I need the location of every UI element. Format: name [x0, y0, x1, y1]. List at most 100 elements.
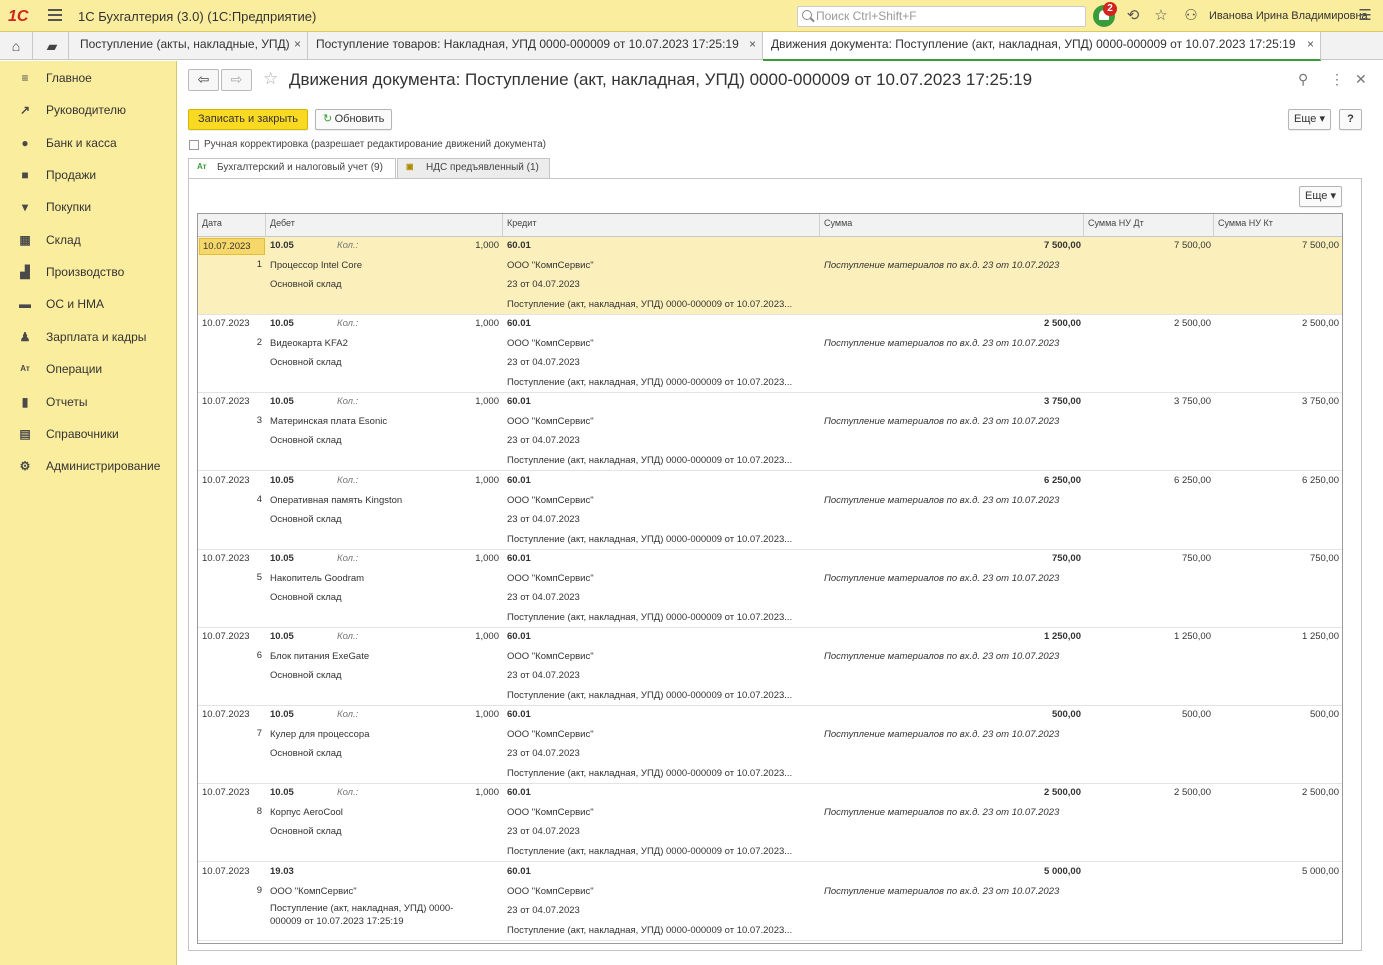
qty-label: Кол.: — [337, 318, 359, 330]
credit-subconto-1: ООО "КомпСервис" — [507, 807, 594, 819]
row-number: 8 — [256, 806, 262, 818]
debit-subconto-2: Поступление (акт, накладная, УПД) 0000- — [270, 902, 454, 914]
table-row[interactable]: 10.07.2023 2 10.05 Кол.: 1,000 Видеокарта KFA… — [198, 315, 1342, 394]
search-input[interactable]: Поиск Ctrl+Shift+F — [797, 6, 1086, 27]
row-number: 3 — [256, 415, 262, 427]
debit-account: 19.03 — [270, 865, 294, 877]
sum-value: 2 500,00 — [1044, 787, 1081, 799]
user-icon[interactable]: ⚇ — [1182, 8, 1200, 24]
sidebar-item-manager[interactable]: ↗ Руководителю — [0, 99, 177, 123]
sidebar-item-reports[interactable]: ▮ Отчеты — [0, 391, 177, 415]
tab-accounting-register[interactable]: Ат Бухгалтерский и налоговый учет (9) — [188, 158, 396, 179]
chat-icon[interactable]: ▰ — [36, 32, 69, 60]
link-icon[interactable]: ⚲ — [1298, 71, 1308, 88]
manual-edit-checkbox[interactable] — [189, 140, 199, 150]
favorites-star-icon[interactable]: ☆ — [1152, 8, 1170, 24]
grid-more-button[interactable]: Еще ▾ — [1299, 186, 1342, 207]
favorite-star-icon[interactable]: ☆ — [263, 69, 278, 89]
home-icon[interactable]: ⌂ — [0, 32, 33, 60]
debit-account: 10.05 — [270, 240, 294, 251]
credit-subconto-2: 23 от 04.07.2023 — [507, 357, 580, 369]
refresh-button[interactable]: ↻ Обновить — [315, 109, 392, 130]
tab-document-movements[interactable]: Движения документа: Поступление (акт, на… — [763, 32, 1321, 61]
credit-subconto-1: ООО "КомпСервис" — [507, 260, 594, 271]
column-header-date[interactable]: Дата — [198, 214, 266, 237]
column-header-sum-nu-kt[interactable]: Сумма НУ Кт — [1214, 214, 1342, 237]
credit-subconto-2: 23 от 04.07.2023 — [507, 279, 580, 290]
sidebar-item-production[interactable]: ▟ Производство — [0, 261, 177, 285]
row-number: 6 — [256, 650, 262, 661]
table-row[interactable]: 10.07.2023 8 10.05 Кол.: 1,000 Корпус AeroCoo… — [198, 784, 1342, 863]
movements-table[interactable]: Дата Дебет Кредит Сумма Сумма НУ Дт Сумм… — [197, 213, 1343, 944]
history-icon[interactable]: ⟲ — [1124, 8, 1142, 24]
credit-subconto-1: ООО "КомпСервис" — [507, 494, 594, 506]
debit-subconto-3: 000009 от 10.07.2023 17:25:19 — [270, 915, 404, 927]
entry-description: Поступление материалов по вх.д. 23 от 10… — [824, 572, 1060, 584]
sidebar-item-bank[interactable]: ● Банк и касса — [0, 132, 177, 156]
sidebar-item-admin[interactable]: ⚙ Администрирование — [0, 455, 177, 479]
close-icon[interactable]: ✕ — [1355, 71, 1367, 88]
forward-arrow-icon[interactable]: ⇨ — [221, 69, 252, 91]
table-row[interactable]: 10.07.2023 1 10.05 Кол.: 1,000 Процессор Inte… — [198, 237, 1342, 315]
save-and-close-button[interactable]: Записать и закрыть — [188, 109, 308, 130]
table-row[interactable]: 10.07.2023 9 19.03 ООО "КомпСервис" Поступле… — [198, 863, 1342, 941]
sidebar-item-main[interactable]: ≡ Главное — [0, 67, 177, 91]
sum-nu-kt: 500,00 — [1309, 709, 1339, 721]
sidebar-item-purchases[interactable]: ▾ Покупки — [0, 196, 177, 220]
app-logo[interactable]: 1С — [8, 8, 28, 26]
main-menu-icon[interactable] — [48, 9, 62, 21]
tab-receipt-document[interactable]: Поступление товаров: Накладная, УПД 0000… — [308, 32, 763, 60]
sum-nu-dt: 2 500,00 — [1174, 787, 1211, 799]
sum-value: 500,00 — [1051, 709, 1081, 721]
sum-nu-dt: 7 500,00 — [1174, 240, 1211, 251]
column-header-sum[interactable]: Сумма — [820, 214, 1084, 237]
column-header-credit[interactable]: Кредит — [503, 214, 820, 237]
credit-account: 60.01 — [507, 709, 531, 721]
row-date: 10.07.2023 — [202, 787, 250, 799]
more-label: Еще — [1294, 113, 1317, 125]
debit-subconto-2: Основной склад — [270, 279, 342, 290]
column-header-debit[interactable]: Дебет — [266, 214, 503, 237]
user-name[interactable]: Иванова Ирина Владимировна — [1209, 10, 1368, 22]
credit-account: 60.01 — [507, 865, 531, 877]
qty-label: Кол.: — [337, 474, 359, 486]
sidebar-item-sales[interactable]: ■ Продажи — [0, 164, 177, 188]
table-row[interactable]: 10.07.2023 6 10.05 Кол.: 1,000 Блок питания E… — [198, 628, 1342, 706]
close-icon[interactable]: × — [294, 37, 301, 51]
help-button[interactable]: ? — [1339, 109, 1362, 130]
tab-vat-register[interactable]: ▣ НДС предъявленный (1) — [397, 158, 550, 178]
sidebar-item-catalogs[interactable]: ▤ Справочники — [0, 423, 177, 447]
close-icon[interactable]: × — [1307, 37, 1314, 51]
sidebar-item-label: Справочники — [46, 427, 119, 441]
settings-menu-icon[interactable]: ☰ — [1356, 8, 1374, 24]
sidebar-item-warehouse[interactable]: ▦ Склад — [0, 229, 177, 253]
debit-subconto-1: ООО "КомпСервис" — [270, 885, 357, 897]
debit-account: 10.05 — [270, 396, 294, 408]
debit-subconto-2: Основной склад — [270, 670, 342, 681]
table-row[interactable]: 10.07.2023 4 10.05 Кол.: 1,000 Оперативная па… — [198, 472, 1342, 550]
tab-label: НДС предъявленный (1) — [426, 162, 539, 173]
credit-subconto-3: Поступление (акт, накладная, УПД) 0000-0… — [507, 611, 793, 623]
close-icon[interactable]: × — [749, 37, 756, 51]
sidebar-item-payroll[interactable]: ♟ Зарплата и кадры — [0, 326, 177, 350]
sum-nu-dt: 3 750,00 — [1174, 396, 1211, 408]
entry-description: Поступление материалов по вх.д. 23 от 10… — [824, 729, 1060, 741]
sum-nu-dt: 1 250,00 — [1174, 631, 1211, 642]
sidebar-item-label: Операции — [46, 362, 103, 376]
more-button[interactable]: Еще ▾ — [1288, 109, 1331, 130]
column-header-sum-nu-dt[interactable]: Сумма НУ Дт — [1084, 214, 1214, 237]
sidebar-item-assets[interactable]: ▬ ОС и НМА — [0, 293, 177, 317]
tab-receipts-list[interactable]: Поступление (акты, накладные, УПД) × — [72, 32, 308, 60]
truck-icon: ▬ — [19, 297, 31, 311]
more-vertical-icon[interactable]: ⋮ — [1330, 71, 1344, 88]
credit-subconto-1: ООО "КомпСервис" — [507, 885, 594, 897]
entry-description: Поступление материалов по вх.д. 23 от 10… — [824, 260, 1060, 271]
table-row[interactable]: 10.07.2023 5 10.05 Кол.: 1,000 Накопитель Goo… — [198, 550, 1342, 628]
table-row[interactable]: 10.07.2023 3 10.05 Кол.: 1,000 Материнская пл… — [198, 393, 1342, 472]
back-arrow-icon[interactable]: ⇦ — [188, 69, 219, 91]
sum-nu-kt: 3 750,00 — [1302, 396, 1339, 408]
tab-label: Бухгалтерский и налоговый учет (9) — [217, 162, 383, 173]
sidebar-item-operations[interactable]: Ат Операции — [0, 358, 177, 382]
table-row[interactable]: 10.07.2023 7 10.05 Кол.: 1,000 Кулер для проц… — [198, 706, 1342, 785]
sidebar-item-label: Покупки — [46, 200, 92, 214]
